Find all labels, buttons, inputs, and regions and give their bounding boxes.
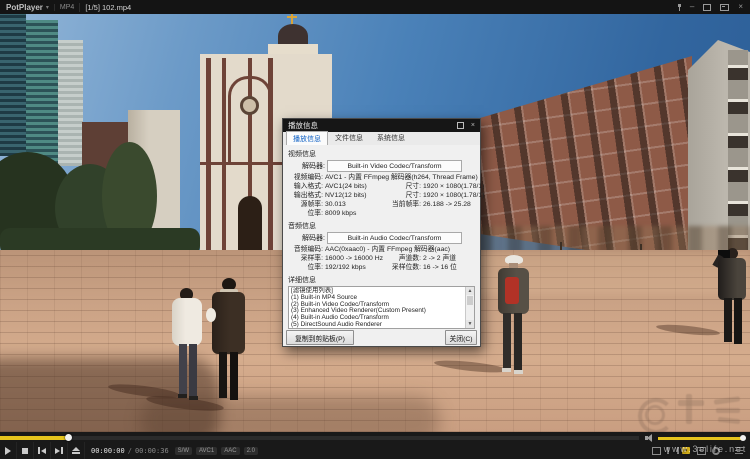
field-label: 位率: — [287, 209, 325, 218]
volume-handle[interactable] — [740, 435, 746, 441]
white-tower — [58, 40, 83, 166]
field-value: 26.188 -> 25.28 — [423, 200, 476, 209]
field-label: 尺寸: — [389, 191, 423, 200]
field-label: 位率: — [287, 263, 325, 272]
field-label: 输出格式: — [287, 191, 325, 200]
field-label: 当前帧率: — [389, 200, 423, 209]
field-value: AVC1 - 内置 FFmpeg 解码器(h264, Thread Frame) — [325, 173, 478, 182]
field-label: 采样率: — [287, 254, 325, 263]
stop-button[interactable] — [17, 442, 34, 459]
tab-system-info[interactable]: 系统信息 — [370, 130, 412, 145]
list-scrollbar[interactable]: ▲ ▼ — [465, 287, 474, 328]
app-menu-caret-icon[interactable]: ▾ — [46, 4, 49, 11]
filter-list[interactable]: [滤镜使用列表] (1) Built-in MP4 Source (2) Bui… — [288, 286, 475, 329]
audio-decoder-value[interactable]: Built-in Audio Codec/Transform — [327, 232, 462, 244]
volume-slider[interactable] — [658, 437, 746, 440]
field-value: 16000 -> 16000 Hz — [325, 254, 389, 263]
format-badge: MP4 — [54, 4, 79, 11]
field-label: 尺寸: — [389, 182, 423, 191]
church-pilaster — [222, 58, 226, 254]
church-pilaster — [206, 58, 211, 254]
titlebar[interactable]: PotPlayer ▾ MP4 [1/5] 102.mp4 – × — [0, 0, 750, 14]
field-label: 音频编码: — [287, 245, 325, 254]
minimize-button[interactable]: – — [690, 3, 694, 11]
time-display: 00:00:00 / 00:00:36 — [91, 447, 169, 455]
time-current: 00:00:00 — [91, 447, 125, 455]
tab-playback-info[interactable]: 播放信息 — [286, 131, 328, 146]
field-label: 声道数: — [389, 254, 423, 263]
playback-info-dialog: 播放信息 × 播放信息 文件信息 系统信息 视频信息 解码器: Built-in… — [282, 118, 481, 347]
fullscreen-button[interactable] — [720, 4, 729, 11]
seek-bar[interactable] — [0, 436, 639, 440]
seek-handle[interactable] — [65, 434, 72, 441]
field-label: 源帧率: — [287, 200, 325, 209]
person-dark-coat — [210, 278, 248, 402]
video-watermark-logo — [634, 392, 750, 432]
field-value: 30.013 — [325, 200, 389, 209]
video-decoder-value[interactable]: Built-in Video Codec/Transform — [327, 160, 462, 172]
potplayer-window: PotPlayer ▾ MP4 [1/5] 102.mp4 – × — [0, 0, 750, 459]
details-section-heading: 详细信息 — [288, 275, 476, 285]
close-button[interactable]: × — [738, 3, 743, 11]
pin-on-top-icon[interactable] — [678, 4, 681, 11]
next-button[interactable] — [51, 442, 68, 459]
app-logo-text[interactable]: PotPlayer — [6, 3, 43, 12]
person-photographer — [712, 246, 750, 350]
glass-tower-teal — [26, 20, 58, 164]
scroll-up-icon[interactable]: ▲ — [466, 287, 474, 295]
decode-mode-badge: S/W — [175, 447, 192, 455]
field-value: 1920 × 1080(1.78/1) — [423, 182, 484, 191]
control-bar: 00:00:00 / 00:00:36 S/W AVC1 AAC 2.0 — [0, 432, 750, 459]
person-white-jacket — [172, 288, 204, 400]
dialog-body: 视频信息 解码器: Built-in Video Codec/Transform… — [283, 145, 480, 346]
church-round-window — [240, 96, 259, 115]
volume-fill — [658, 437, 744, 440]
field-value: 2 -> 2 声道 — [423, 254, 476, 263]
field-value: AAC(0xaac0) - 内置 FFmpeg 解码器(aac) — [325, 245, 476, 254]
field-value: 1920 × 1080(1.78/1) — [423, 191, 484, 200]
field-label: 输入格式: — [287, 182, 325, 191]
copy-to-clipboard-button[interactable]: 复制到剪贴板(P) — [286, 330, 354, 345]
speaker-icon[interactable] — [645, 434, 654, 442]
field-value: AVC1(24 bits) — [325, 182, 389, 191]
person-white-hat — [494, 255, 532, 377]
dialog-title: 播放信息 — [288, 120, 318, 131]
audio-codec-badge: AAC — [221, 447, 239, 455]
channels-badge: 2.0 — [244, 447, 258, 455]
audio-section-heading: 音频信息 — [288, 221, 476, 231]
field-value: NV12(12 bits) — [325, 191, 389, 200]
video-codec-badge: AVC1 — [196, 447, 217, 455]
time-total: 00:00:36 — [135, 447, 169, 455]
field-value: 8009 kbps — [325, 209, 389, 218]
codec-badges: S/W AVC1 AAC 2.0 — [175, 447, 258, 455]
dialog-pin-icon[interactable] — [457, 122, 464, 129]
window-title: [1/5] 102.mp4 — [79, 3, 131, 12]
church-door — [238, 196, 262, 254]
field-label: 视频编码: — [287, 173, 325, 182]
church-cross-bar — [287, 16, 297, 18]
maximize-button[interactable] — [703, 4, 711, 11]
video-section-heading: 视频信息 — [288, 149, 476, 159]
bookmark-icon[interactable] — [652, 446, 661, 455]
dialog-tabs: 播放信息 文件信息 系统信息 — [283, 132, 480, 146]
watermark-url: www.3elife.net — [664, 444, 747, 454]
gable-windows — [728, 50, 748, 250]
seek-progress — [0, 436, 68, 440]
dialog-close-button[interactable]: 关闭(C) — [445, 330, 477, 345]
glass-tower-dark — [0, 14, 26, 156]
tab-file-info[interactable]: 文件信息 — [328, 130, 370, 145]
field-value: 192/192 kbps — [325, 263, 389, 272]
field-label: 采样位数: — [389, 263, 423, 272]
church-arch — [228, 76, 272, 163]
field-value: 16 -> 16 位 — [423, 263, 476, 272]
dialog-close-icon[interactable]: × — [471, 122, 475, 129]
open-file-button[interactable] — [68, 442, 85, 459]
scroll-down-icon[interactable]: ▼ — [466, 320, 474, 328]
audio-decoder-label: 解码器: — [287, 233, 325, 243]
play-button[interactable] — [0, 442, 17, 459]
previous-button[interactable] — [34, 442, 51, 459]
video-decoder-label: 解码器: — [287, 161, 325, 171]
filter-list-item[interactable]: (5) DirectSound Audio Renderer — [291, 322, 465, 329]
scrollbar-thumb[interactable] — [467, 296, 473, 305]
